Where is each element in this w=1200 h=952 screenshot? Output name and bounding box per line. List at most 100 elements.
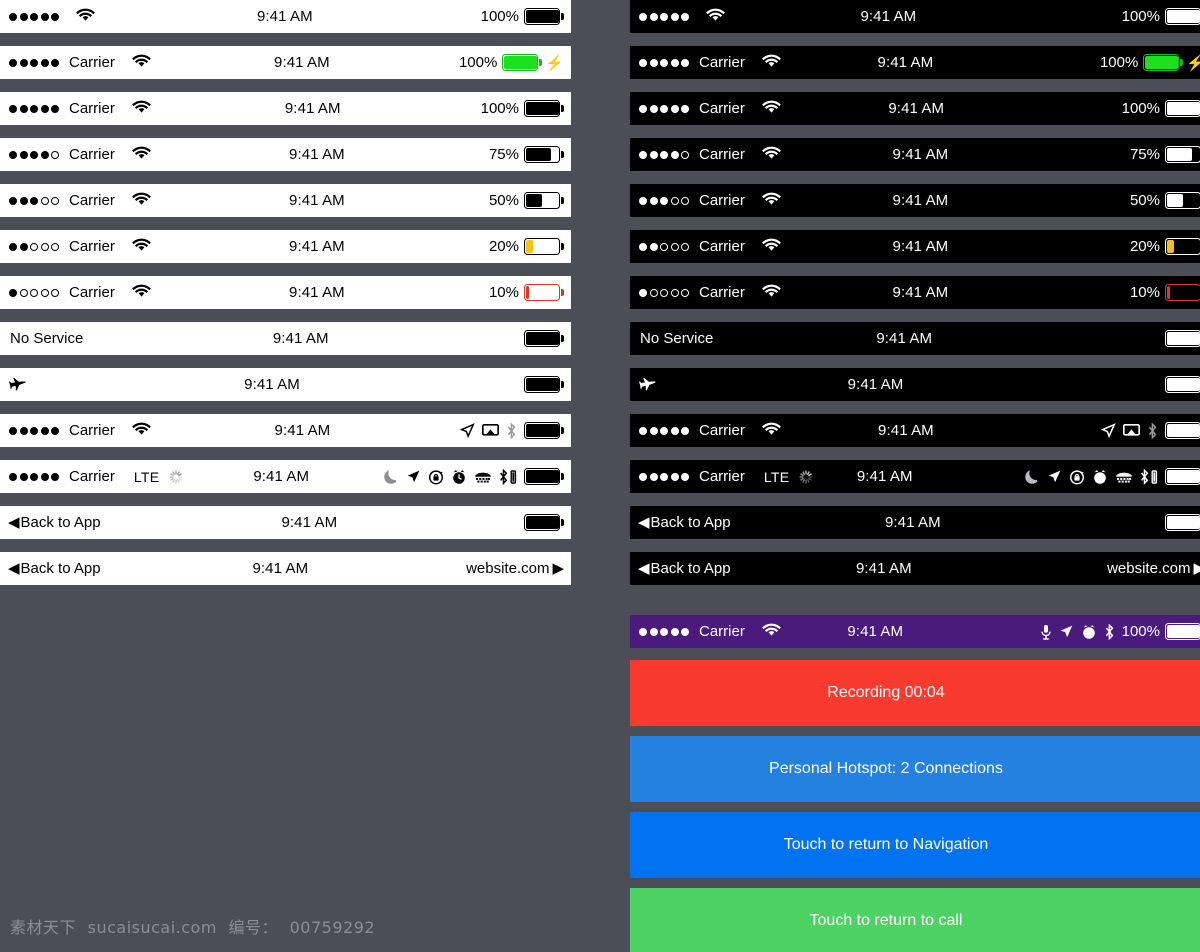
status-bar-carrier-battery-75-dark[interactable]: Carrier 9:41 AM 75% (630, 138, 1200, 171)
network-type-label: LTE (133, 468, 160, 485)
status-bar-carrier-battery-50-dark[interactable]: Carrier 9:41 AM 50% (630, 184, 1200, 217)
wifi-icon-wrap (761, 100, 781, 118)
battery-body (1165, 623, 1200, 640)
back-to-app-label[interactable]: Back to App (651, 514, 731, 531)
battery-indicator (524, 422, 564, 439)
battery-body (1165, 8, 1200, 25)
back-chevron-icon[interactable]: ◀ (638, 561, 650, 576)
watermark: 素材天下 sucaisucai.com 编号： 00759292 (10, 914, 381, 938)
back-chevron-icon[interactable]: ◀ (8, 515, 20, 530)
status-bar-left-zone (630, 377, 656, 392)
signal-strength-dots (9, 472, 59, 481)
bluetooth-icon (1147, 422, 1158, 439)
battery-indicator: 20% (489, 238, 564, 255)
signal-dot (681, 426, 689, 435)
status-bar-carrier-battery-50-light[interactable]: Carrier 9:41 AM 50% (0, 184, 571, 217)
signal-dot (30, 288, 38, 297)
moon-icon (384, 469, 399, 484)
status-bar-location-airplay-bluetooth-light[interactable]: Carrier 9:41 AM (0, 414, 571, 447)
status-bar-back-to-app-website-light[interactable]: ◀ Back to App 9:41 AM website.com ▶ (0, 552, 571, 585)
signal-strength-dots (9, 104, 59, 113)
status-bar-right-zone: 75% (1130, 146, 1200, 163)
battery-fill (1167, 378, 1200, 391)
status-bar-right-zone: 100% (1122, 8, 1200, 25)
battery-percent-label: 20% (488, 238, 519, 255)
status-bar-right-zone (460, 422, 571, 439)
battery-body (524, 100, 560, 117)
charging-bolt-icon: ⚡ (1186, 54, 1200, 72)
banner-return-to-call[interactable]: Touch to return to call (630, 888, 1200, 952)
battery-indicator: 100% ⚡ (459, 54, 564, 72)
signal-dot (670, 196, 679, 205)
signal-dot (660, 288, 668, 297)
wifi-icon-wrap (131, 192, 151, 210)
status-bar-center-zone: 9:41 AM (151, 54, 459, 71)
wifi-icon (131, 100, 151, 114)
banner-recording[interactable]: Recording 00:04 (630, 660, 1200, 726)
status-bar-left-zone: Carrier (0, 100, 151, 118)
status-bar-airplane-mode-light[interactable]: 9:41 AM (0, 368, 571, 401)
signal-dot (9, 288, 17, 297)
signal-dot (649, 150, 658, 159)
back-to-app-label[interactable]: Back to App (21, 560, 101, 577)
battery-body (524, 192, 560, 209)
status-bar-carrier-battery-20-light[interactable]: Carrier 9:41 AM 20% (0, 230, 571, 263)
clock-label: 9:41 AM (847, 376, 904, 393)
signal-dot (40, 472, 49, 481)
status-bar-carrier-charging-light[interactable]: Carrier 9:41 AM 100% ⚡ (0, 46, 571, 79)
status-bar-right-zone: 75% (489, 146, 571, 163)
status-bar-carrier-battery-100-dark[interactable]: Carrier 9:41 AM 100% (630, 92, 1200, 125)
rotation-lock-icon (1069, 469, 1085, 485)
status-bar-right-zone (524, 376, 571, 393)
status-bar-carrier-battery-10-light[interactable]: Carrier 9:41 AM 10% (0, 276, 571, 309)
signal-dot (649, 242, 658, 251)
status-bar-carrier-battery-10-dark[interactable]: Carrier 9:41 AM 10% (630, 276, 1200, 309)
status-bar-wifi-only-full-battery-light[interactable]: 9:41 AM 100% (0, 0, 571, 33)
clock-label: 9:41 AM (878, 422, 934, 439)
battery-indicator (524, 330, 564, 347)
signal-dot (670, 472, 679, 481)
banner-return-to-navigation[interactable]: Touch to return to Navigation (630, 812, 1200, 878)
status-bar-location-airplay-bluetooth-dark[interactable]: Carrier 9:41 AM (630, 414, 1200, 447)
signal-dot (19, 104, 28, 113)
battery-fill (1167, 470, 1200, 483)
status-bar-recording-purple[interactable]: Carrier 9:41 AM 100% (630, 615, 1200, 648)
battery-body (502, 54, 539, 71)
wifi-icon-wrap (761, 422, 781, 440)
back-chevron-icon[interactable]: ◀ (638, 515, 650, 530)
status-bar-no-service-light[interactable]: No Service 9:41 AM (0, 322, 571, 355)
status-bar-left-zone: ◀ Back to App (0, 514, 101, 531)
status-bar-wifi-only-full-battery-dark[interactable]: 9:41 AM 100% (630, 0, 1200, 33)
status-bar-carrier-battery-100-light[interactable]: Carrier 9:41 AM 100% (0, 92, 571, 125)
status-bar-back-to-app-light[interactable]: ◀ Back to App 9:41 AM (0, 506, 571, 539)
status-bar-back-to-app-website-dark[interactable]: ◀ Back to App 9:41 AM website.com ▶ (630, 552, 1200, 585)
back-to-app-label[interactable]: Back to App (21, 514, 101, 531)
status-bar-back-to-app-dark[interactable]: ◀ Back to App 9:41 AM (630, 506, 1200, 539)
wifi-icon-wrap (761, 146, 781, 164)
status-bar-center-zone: 9:41 AM (781, 623, 1040, 640)
status-bar-lte-all-indicators-light[interactable]: Carrier LTE 9:41 AM (0, 460, 571, 493)
status-bar-carrier-charging-dark[interactable]: Carrier 9:41 AM 100% ⚡ (630, 46, 1200, 79)
signal-dot (670, 426, 679, 435)
status-bar-carrier-battery-20-dark[interactable]: Carrier 9:41 AM 20% (630, 230, 1200, 263)
forward-chevron-icon[interactable]: ▶ (552, 561, 564, 576)
forward-chevron-icon[interactable]: ▶ (1193, 561, 1200, 576)
wifi-icon (761, 192, 781, 206)
back-chevron-icon[interactable]: ◀ (8, 561, 20, 576)
status-bar-lte-all-indicators-dark[interactable]: Carrier LTE 9:41 AM (630, 460, 1200, 493)
status-bar-airplane-mode-dark[interactable]: 9:41 AM (630, 368, 1200, 401)
banner-personal-hotspot[interactable]: Personal Hotspot: 2 Connections (630, 736, 1200, 802)
signal-dot (51, 58, 59, 67)
battery-body (524, 422, 560, 439)
back-to-app-label[interactable]: Back to App (651, 560, 731, 577)
status-bar-carrier-battery-75-light[interactable]: Carrier 9:41 AM 75% (0, 138, 571, 171)
battery-body (524, 8, 560, 25)
carrier-label: Carrier (69, 192, 115, 209)
status-bar-no-service-dark[interactable]: No Service 9:41 AM (630, 322, 1200, 355)
website-label[interactable]: website.com (466, 560, 549, 577)
location-arrow-filled-icon (406, 469, 421, 484)
clock-label: 9:41 AM (289, 146, 345, 163)
signal-dot (19, 242, 28, 251)
status-bar-center-zone: 9:41 AM (731, 560, 1107, 577)
website-label[interactable]: website.com (1107, 560, 1190, 577)
